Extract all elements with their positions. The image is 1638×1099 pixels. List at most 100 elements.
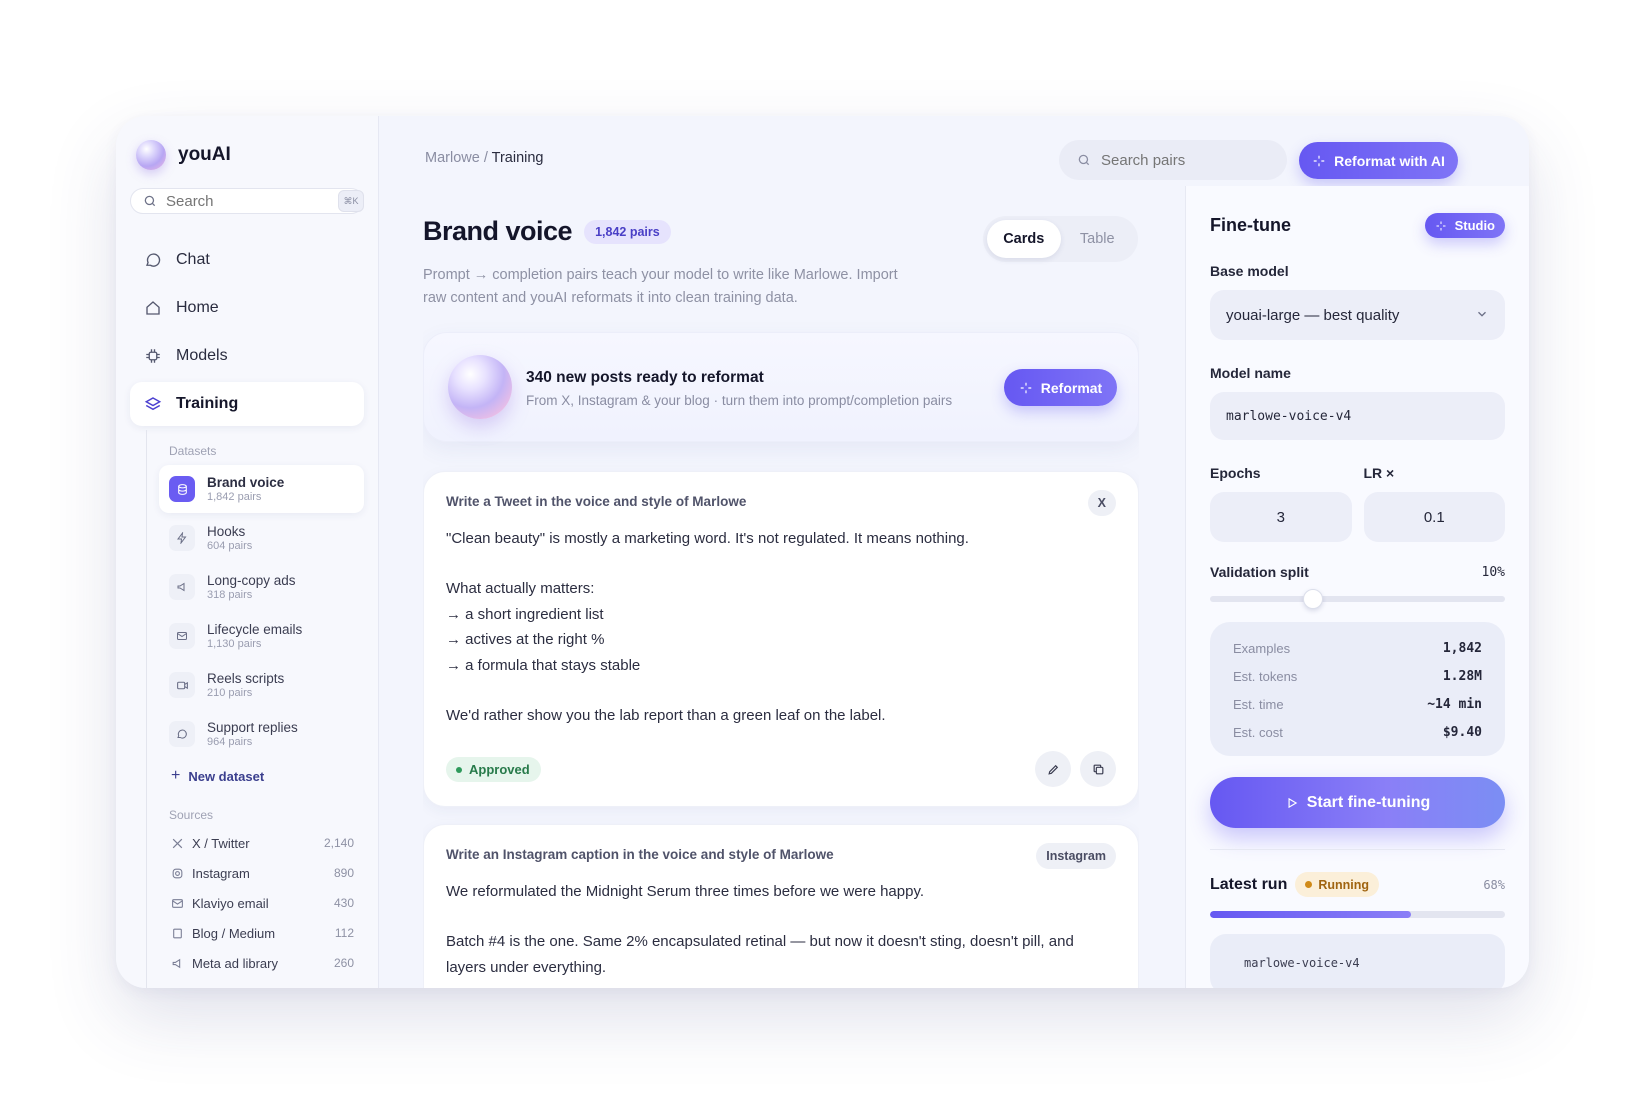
app-window: youAI ⌘K Chat Home Models Training: [116, 116, 1529, 988]
dataset-name: Reels scripts: [207, 671, 285, 686]
nav-item-models[interactable]: Models: [130, 334, 364, 378]
home-icon: [146, 301, 160, 315]
estimates-box: Examples 1,842 Est. tokens 1.28M Est. ti…: [1210, 622, 1505, 756]
new-dataset-button[interactable]: + New dataset: [159, 762, 364, 790]
epochs-field[interactable]: 3: [1210, 492, 1352, 542]
dataset-count: 210 pairs: [207, 687, 253, 699]
dataset-name: Lifecycle emails: [207, 622, 303, 637]
page-title: Brand voice: [423, 216, 573, 246]
chip-icon: [146, 349, 160, 363]
hyperparams-row: Epochs 3 LR × 0.1: [1210, 440, 1505, 542]
banner-title: 340 new posts ready to reformat: [526, 369, 764, 386]
source-item-klaviyo[interactable]: Klaviyo email 430: [159, 888, 364, 918]
start-fine-tuning-label: Start fine-tuning: [1306, 793, 1431, 811]
sidebar-search[interactable]: ⌘K: [130, 188, 364, 214]
dataset-name: Hooks: [207, 524, 246, 539]
copy-button[interactable]: [1080, 751, 1116, 787]
model-name-field[interactable]: marlowe-voice-v4: [1210, 392, 1505, 440]
dataset-item-lifecycle-emails[interactable]: Lifecycle emails 1,130 pairs: [159, 612, 364, 660]
main-nav: Chat Home Models Training: [130, 238, 364, 426]
stat-value: 1,842: [1442, 640, 1482, 656]
chat-bubble-icon: [169, 721, 195, 747]
completion-line: → actives at the right %: [446, 631, 605, 649]
reformat-banner: 340 new posts ready to reformat From X, …: [423, 332, 1139, 442]
reformat-with-ai-button[interactable]: Reformat with AI: [1299, 142, 1458, 179]
nav-item-label: Chat: [176, 251, 210, 268]
dataset-item-brand-voice[interactable]: Brand voice 1,842 pairs: [159, 465, 364, 513]
mail-icon: [169, 623, 195, 649]
run-status-label: Running: [1318, 877, 1370, 892]
card-completion: We reformulated the Midnight Serum three…: [446, 879, 1116, 980]
validation-slider[interactable]: [1210, 589, 1505, 609]
source-item-meta-ad-library[interactable]: Meta ad library 260: [159, 948, 364, 978]
stat-row: Examples 1,842: [1233, 634, 1482, 662]
database-icon: [169, 476, 195, 502]
tab-cards[interactable]: Cards: [987, 220, 1061, 258]
source-count: 260: [333, 956, 354, 970]
status-dot: [456, 766, 462, 773]
pairs-search[interactable]: [1059, 140, 1287, 180]
brand-logo-orb: [136, 140, 166, 170]
stat-label: Est. cost: [1233, 724, 1283, 740]
run-progress-bar: [1210, 911, 1505, 918]
sparkle-icon: [1020, 382, 1032, 393]
base-model-value: youai-large — best quality: [1226, 306, 1400, 324]
status-label: Approved: [469, 762, 530, 777]
pair-card[interactable]: Write an Instagram caption in the voice …: [423, 824, 1139, 988]
datasets-section-label: Datasets: [169, 444, 217, 458]
base-model-label: Base model: [1210, 263, 1289, 279]
pair-card[interactable]: Write a Tweet in the voice and style of …: [423, 471, 1139, 807]
breadcrumb-separator: /: [483, 150, 488, 166]
pencil-icon: [1047, 764, 1058, 775]
banner-subtitle: From X, Instagram & your blog · turn the…: [526, 393, 953, 408]
breadcrumb-parent[interactable]: Marlowe: [425, 150, 480, 166]
sidebar-search-input[interactable]: [166, 192, 336, 210]
dataset-count: 318 pairs: [207, 589, 253, 601]
run-log: marlowe-voice-v4: [1210, 934, 1505, 988]
nav-item-home[interactable]: Home: [130, 286, 364, 330]
nav-item-label: Training: [176, 395, 239, 412]
lr-field[interactable]: 0.1: [1363, 492, 1505, 542]
mail-icon: [172, 898, 183, 908]
dataset-item-hooks[interactable]: Hooks 604 pairs: [159, 514, 364, 562]
base-model-select[interactable]: youai-large — best quality: [1210, 290, 1505, 340]
completion-line: → a short ingredient list: [446, 605, 604, 623]
top-bar: Marlowe / Training Reformat with AI: [379, 116, 1529, 196]
status-dot: [1305, 881, 1313, 888]
dataset-count: 1,842 pairs: [207, 491, 262, 503]
source-item-x-twitter[interactable]: X / Twitter 2,140: [159, 828, 364, 858]
pairs-count-badge: 1,842 pairs: [584, 219, 671, 244]
page-subtitle: Prompt → completion pairs teach your mod…: [423, 267, 898, 306]
dataset-item-reels-scripts[interactable]: Reels scripts 210 pairs: [159, 661, 364, 709]
nav-item-label: Models: [176, 347, 228, 364]
tab-table[interactable]: Table: [1061, 220, 1135, 258]
stat-row: Est. tokens 1.28M: [1233, 662, 1482, 690]
nav-item-chat[interactable]: Chat: [130, 238, 364, 282]
dataset-name: Long-copy ads: [207, 573, 296, 588]
start-fine-tuning-button[interactable]: Start fine-tuning: [1210, 777, 1505, 828]
studio-button[interactable]: Studio: [1424, 213, 1505, 238]
nav-item-training[interactable]: Training: [130, 382, 364, 426]
dataset-item-support-replies[interactable]: Support replies 964 pairs: [159, 710, 364, 758]
pairs-search-input[interactable]: [1101, 151, 1261, 169]
fine-tune-panel: Fine-tune Studio Base model youai-large …: [1185, 186, 1529, 988]
source-item-instagram[interactable]: Instagram 890: [159, 858, 364, 888]
slider-handle[interactable]: [1303, 589, 1324, 609]
dataset-item-long-copy-ads[interactable]: Long-copy ads 318 pairs: [159, 563, 364, 611]
run-progress-percent: 68%: [1483, 877, 1505, 892]
source-name: Meta ad library: [192, 955, 278, 971]
source-item-blog-medium[interactable]: Blog / Medium 112: [159, 918, 364, 948]
source-name: Klaviyo email: [192, 895, 269, 911]
search-shortcut-badge: ⌘K: [338, 190, 364, 212]
dataset-count: 1,130 pairs: [207, 638, 262, 650]
edit-button[interactable]: [1035, 751, 1071, 787]
stat-row: Est. cost $9.40: [1233, 718, 1482, 746]
brand[interactable]: youAI: [136, 135, 364, 175]
megaphone-icon: [169, 574, 195, 600]
stat-row: Est. time ~14 min: [1233, 690, 1482, 718]
reformat-button[interactable]: Reformat: [1004, 369, 1117, 406]
reformat-with-ai-label: Reformat with AI: [1334, 152, 1445, 169]
banner-orb-illustration: [448, 355, 512, 419]
